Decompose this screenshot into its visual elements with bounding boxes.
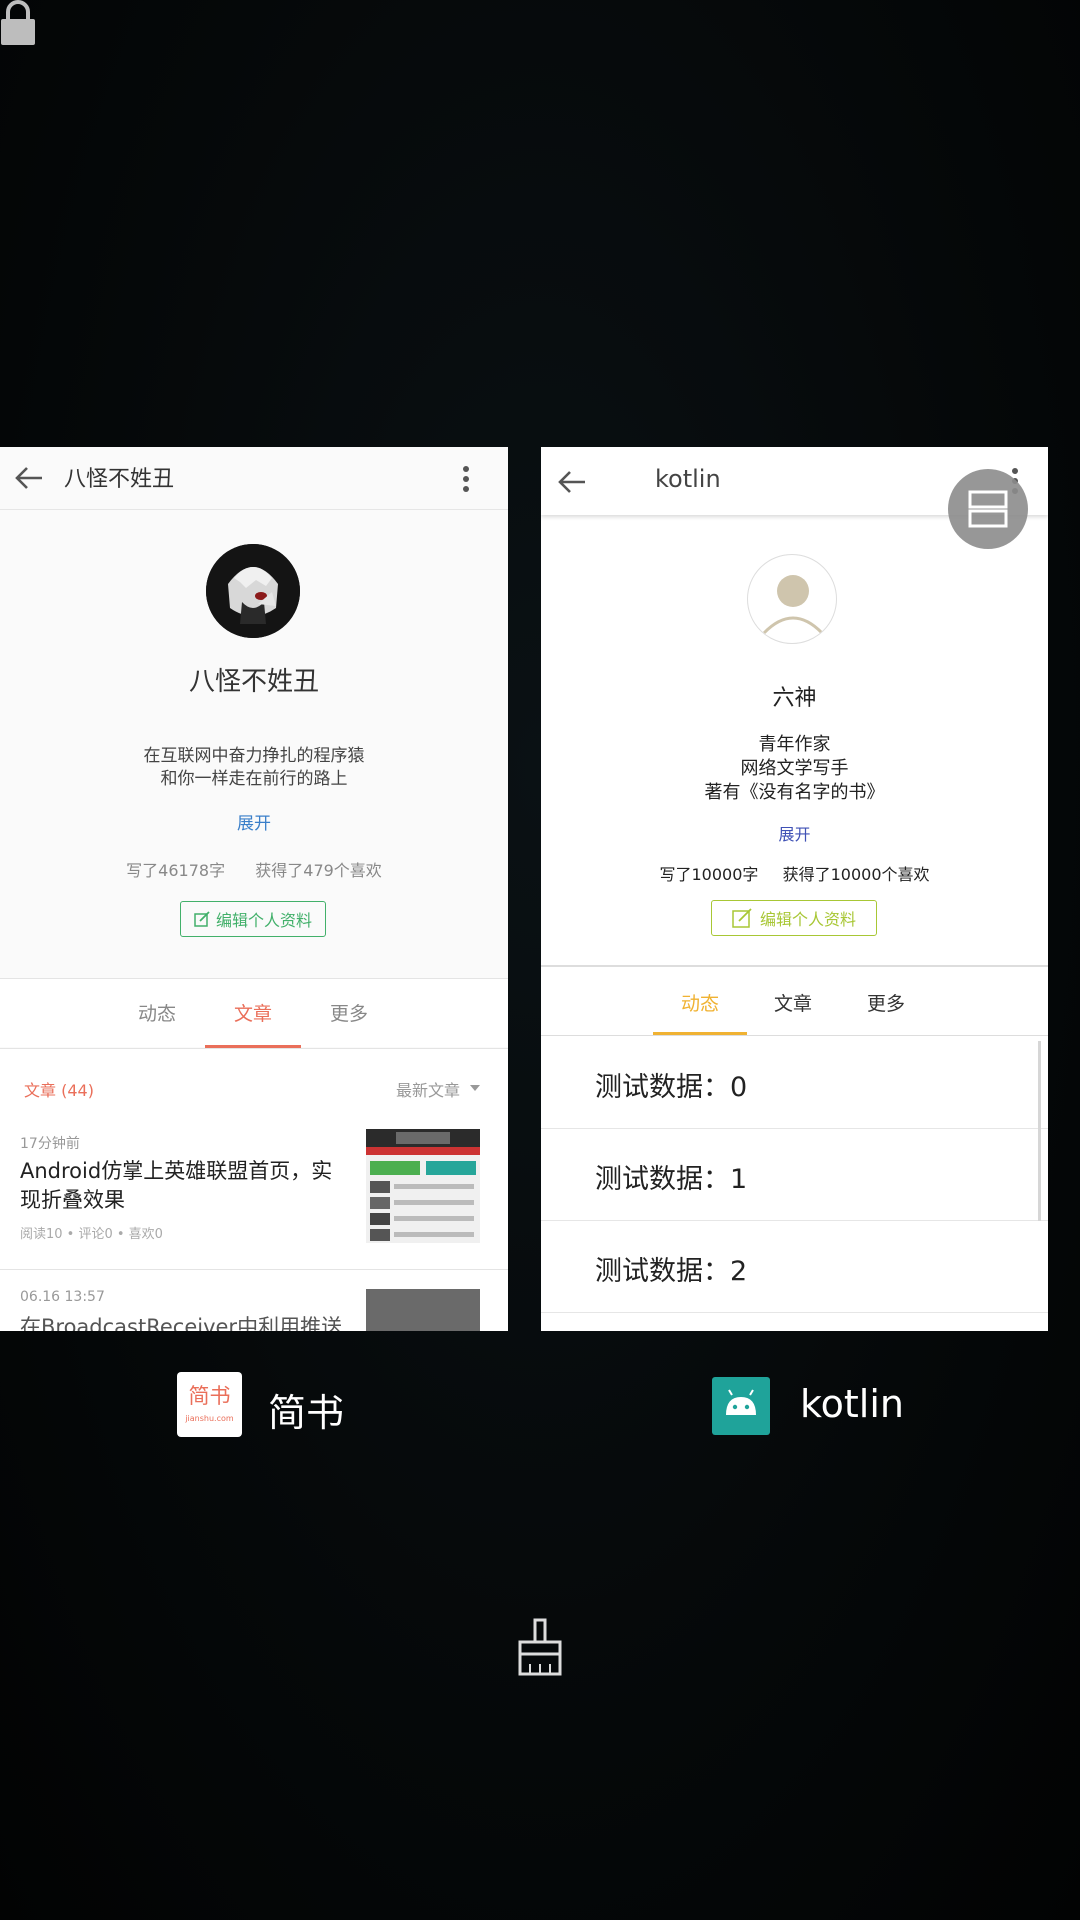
edit-icon: [732, 908, 752, 928]
android-icon: [712, 1377, 770, 1435]
app-name-kotlin: kotlin: [800, 1382, 904, 1426]
bio-line: 青年作家: [758, 734, 831, 755]
bio-line: 网络文学写手: [740, 758, 849, 779]
edit-profile-label: 编辑个人资料: [759, 910, 856, 929]
profile-stats: 写了10000字 获得了10000个喜欢: [541, 861, 1048, 885]
article-time: 17分钟前: [20, 1136, 80, 1152]
article-title: Android仿掌上英雄联盟首页，实现折叠效果: [20, 1159, 333, 1212]
stats-likes: 获得了479个喜欢: [255, 861, 382, 880]
expand-link[interactable]: 展开: [541, 821, 1048, 845]
tab-activity[interactable]: 动态: [109, 999, 205, 1026]
article-list: 文章 (44) 最新文章 17分钟前 Android仿掌上英雄联盟首页，实现折叠…: [0, 1049, 508, 1331]
edit-profile-button[interactable]: 编辑个人资料: [711, 900, 877, 936]
bio-line: 著有《没有名字的书》: [704, 782, 885, 803]
edit-profile-button[interactable]: 编辑个人资料: [180, 901, 326, 937]
list-item[interactable]: 测试数据：1: [541, 1129, 1048, 1221]
profile-stats: 写了46178字 获得了479个喜欢: [0, 857, 508, 881]
clean-brush-icon[interactable]: [514, 1618, 566, 1676]
tab-more[interactable]: 更多: [841, 989, 931, 1016]
list-item-text: 测试数据：1: [595, 1164, 748, 1195]
profile-name: 八怪不姓丑: [188, 667, 319, 697]
article-title: 在BroadcastReceiver中利用推送: [20, 1315, 343, 1331]
toolbar: 八怪不姓丑: [0, 447, 508, 510]
toolbar-title: kotlin: [655, 465, 721, 493]
edit-profile-label: 编辑个人资料: [215, 911, 312, 930]
stats-words: 写了46178字: [126, 861, 226, 880]
app-icon-subtext: jianshu.com: [185, 1414, 234, 1423]
recent-app-card-kotlin[interactable]: kotlin 六神 青年作家 网络文学写手 著有《没有名字的书》 展开 写了10…: [541, 447, 1048, 1331]
lock-icon[interactable]: [0, 0, 36, 46]
more-vert-icon[interactable]: [462, 465, 470, 493]
divider: [0, 1269, 508, 1270]
article-meta: 阅读10 • 评论0 • 喜欢0: [20, 1227, 163, 1242]
tab-articles[interactable]: 文章: [748, 989, 838, 1016]
stats-words: 写了10000字: [659, 865, 759, 884]
avatar[interactable]: [206, 544, 300, 638]
app-icon-text: 简书: [188, 1384, 231, 1408]
section-label: 文章 (44): [24, 1081, 94, 1100]
bio-line: 和你一样走在前行的路上: [160, 769, 348, 789]
list-item-text: 测试数据：0: [595, 1072, 748, 1103]
recent-app-card-jianshu[interactable]: 八怪不姓丑 八怪不姓丑 在互联网中奋力挣扎的程序猿 和你一样走在前行的路上 展开…: [0, 447, 508, 1331]
list-item-text: 测试数据：2: [595, 1256, 748, 1287]
tab-activity[interactable]: 动态: [655, 989, 745, 1016]
back-arrow-icon[interactable]: [557, 469, 587, 495]
split-screen-icon: [968, 490, 1008, 528]
toolbar-title: 八怪不姓丑: [64, 467, 175, 492]
chevron-down-icon: [470, 1085, 480, 1091]
edit-icon: [194, 911, 210, 927]
stats-likes: 获得了10000个喜欢: [782, 865, 930, 884]
back-arrow-icon[interactable]: [14, 465, 44, 491]
divider: [541, 1035, 1048, 1036]
tab-bar: 动态 文章 更多: [0, 979, 508, 1047]
avatar[interactable]: [747, 554, 837, 644]
app-name-jianshu: 简书: [268, 1391, 345, 1435]
sort-dropdown[interactable]: 最新文章: [396, 1077, 460, 1101]
tab-more[interactable]: 更多: [301, 999, 397, 1026]
scrollbar[interactable]: [1038, 1041, 1041, 1221]
list-item[interactable]: 测试数据：0: [541, 1037, 1048, 1129]
article-time: 06.16 13:57: [20, 1289, 105, 1305]
list-item[interactable]: 测试数据：2: [541, 1221, 1048, 1313]
bio-line: 在互联网中奋力挣扎的程序猿: [143, 746, 365, 766]
profile-name: 六神: [772, 686, 817, 711]
expand-link[interactable]: 展开: [0, 809, 508, 834]
article-thumbnail: [366, 1289, 480, 1331]
article-thumbnail: [366, 1129, 480, 1243]
divider: [541, 965, 1048, 967]
jianshu-app-icon: 简书 jianshu.com: [177, 1372, 242, 1437]
tab-articles[interactable]: 文章: [205, 999, 301, 1026]
